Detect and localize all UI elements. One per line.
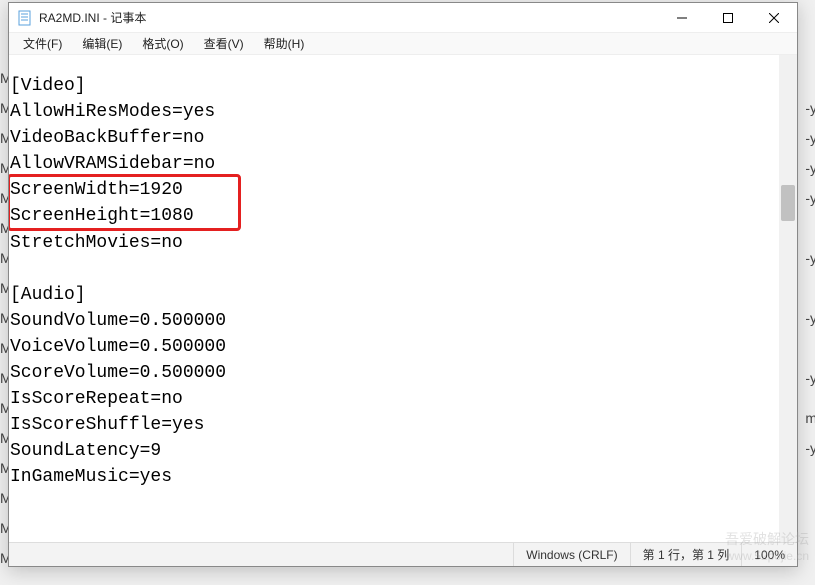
close-button[interactable] (751, 3, 797, 33)
editor-line: [Audio] (9, 282, 777, 308)
editor-line: InGameMusic=yes (9, 464, 777, 490)
status-zoom: 100% (741, 543, 797, 566)
menu-edit[interactable]: 编辑(E) (74, 33, 130, 54)
editor-line: [Video] (9, 73, 777, 99)
menu-help[interactable]: 帮助(H) (256, 33, 313, 54)
editor-line: VideoBackBuffer=no (9, 125, 777, 151)
status-empty (9, 543, 513, 566)
editor-line: IsScoreShuffle=yes (9, 412, 777, 438)
menu-view-label: 查看(V) (204, 37, 244, 51)
editor-line: SoundLatency=9 (9, 438, 777, 464)
minimize-button[interactable] (659, 3, 705, 33)
editor-area: [Video]AllowHiResModes=yesVideoBackBuffe… (9, 55, 797, 542)
menu-format[interactable]: 格式(O) (134, 33, 191, 54)
editor-line: StretchMovies=no (9, 230, 777, 256)
menu-view[interactable]: 查看(V) (196, 33, 252, 54)
editor-line: IsScoreRepeat=no (9, 386, 777, 412)
editor-line: ScoreVolume=0.500000 (9, 360, 777, 386)
menu-format-label: 格式(O) (142, 37, 183, 51)
vertical-scrollbar[interactable] (779, 55, 797, 542)
menu-help-label: 帮助(H) (264, 37, 305, 51)
menubar: 文件(F) 编辑(E) 格式(O) 查看(V) 帮助(H) (9, 33, 797, 55)
editor-line: ScreenWidth=1920 (9, 177, 777, 203)
menu-file[interactable]: 文件(F) (15, 33, 70, 54)
scrollbar-thumb[interactable] (781, 185, 795, 221)
window-title: RA2MD.INI - 记事本 (39, 9, 146, 26)
notepad-icon (17, 10, 33, 26)
editor-line: AllowHiResModes=yes (9, 99, 777, 125)
notepad-window: RA2MD.INI - 记事本 文件(F) 编辑(E) 格式(O) 查看(V) … (8, 2, 798, 567)
text-editor[interactable]: [Video]AllowHiResModes=yesVideoBackBuffe… (9, 55, 779, 542)
status-cursor: 第 1 行，第 1 列 (630, 543, 742, 566)
statusbar: Windows (CRLF) 第 1 行，第 1 列 100% (9, 542, 797, 566)
editor-line (9, 256, 777, 282)
editor-line: SoundVolume=0.500000 (9, 308, 777, 334)
status-cursor-label: 第 1 行，第 1 列 (643, 546, 730, 563)
status-encoding: Windows (CRLF) (513, 543, 629, 566)
menu-file-label: 文件(F) (23, 37, 62, 51)
titlebar[interactable]: RA2MD.INI - 记事本 (9, 3, 797, 33)
editor-line: AllowVRAMSidebar=no (9, 151, 777, 177)
status-zoom-label: 100% (754, 548, 785, 562)
menu-edit-label: 编辑(E) (82, 37, 122, 51)
status-encoding-label: Windows (CRLF) (526, 548, 617, 562)
editor-line: ScreenHeight=1080 (9, 203, 777, 229)
maximize-button[interactable] (705, 3, 751, 33)
editor-line: VoiceVolume=0.500000 (9, 334, 777, 360)
